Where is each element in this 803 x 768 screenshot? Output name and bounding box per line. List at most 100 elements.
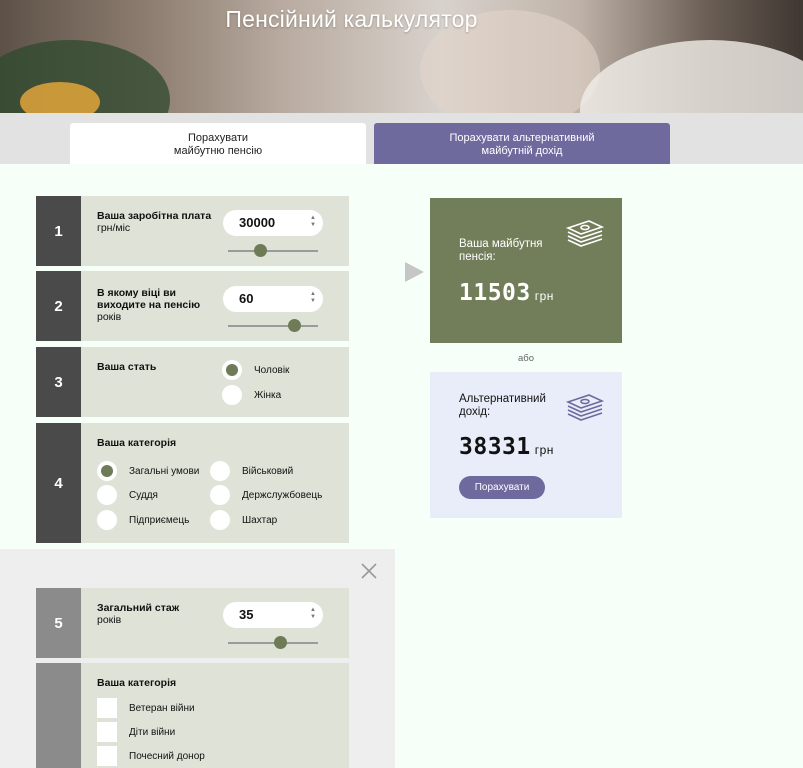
radio-label: Чоловік — [254, 364, 290, 376]
step-gender: 3 Ваша стать Чоловік Жінка — [36, 347, 349, 417]
tab-bar: Порахувати майбутню пенсію Порахувати ал… — [0, 113, 803, 164]
tab-future-pension[interactable]: Порахувати майбутню пенсію — [70, 123, 366, 164]
retirement-age-input[interactable]: 60 ▲ ▼ — [223, 286, 323, 312]
step-label-bold: В якому віці ви виходите на пенсію — [97, 287, 201, 311]
radio-indicator[interactable] — [97, 485, 117, 505]
currency-unit: грн — [534, 443, 554, 457]
slider-knob[interactable] — [253, 244, 267, 257]
tab-alternative-income[interactable]: Порахувати альтернативний майбутній дохі… — [374, 123, 670, 164]
alternative-amount: 38331 — [459, 434, 531, 460]
step-label: Ваша стать — [97, 361, 222, 373]
stepper-icon[interactable]: ▲ ▼ — [309, 291, 317, 305]
step-number: 1 — [36, 196, 81, 266]
step-label-bold: Ваша стать — [97, 361, 157, 373]
tab-label: Порахувати альтернативний — [449, 132, 595, 144]
experience-input[interactable]: 35 ▲ ▼ — [223, 602, 323, 628]
step-label-bold: Ваша категорія — [97, 437, 177, 449]
experience-value: 35 — [239, 607, 254, 622]
experience-slider[interactable] — [228, 636, 318, 649]
step-label: В якому віці ви виходите на пенсію років — [97, 287, 222, 323]
radio-label: Суддя — [129, 489, 158, 501]
pension-amount: 11503 — [459, 280, 531, 306]
retirement-age-slider[interactable] — [228, 319, 318, 332]
checkbox-label: Почесний донор — [129, 750, 205, 762]
checkbox-indicator[interactable] — [97, 746, 117, 766]
step-label: Ваша заробітна плата грн/міс — [97, 210, 222, 234]
salary-value: 30000 — [239, 215, 276, 230]
close-icon[interactable] — [359, 561, 379, 581]
step-number: 2 — [36, 271, 81, 341]
radio-indicator[interactable] — [210, 461, 230, 481]
money-stack-icon — [565, 394, 605, 421]
checkbox-indicator[interactable] — [97, 698, 117, 718]
radio-label: Військовий — [242, 465, 294, 477]
step-salary: 1 Ваша заробітна плата грн/міс 30000 ▲ ▼ — [36, 196, 349, 266]
stepper-icon[interactable]: ▲ ▼ — [309, 215, 317, 229]
calculate-button[interactable]: Порахувати — [459, 476, 545, 499]
step-retirement-age: 2 В якому віці ви виходите на пенсію рок… — [36, 271, 349, 341]
radio-label: Держслужбовець — [242, 489, 323, 501]
checkbox-label: Діти війни — [129, 726, 176, 738]
result-label: Ваша майбутня пенсія: — [459, 238, 543, 263]
step-number-blank — [36, 663, 81, 768]
tab-label: Порахувати — [187, 132, 249, 144]
radio-judge[interactable]: Суддя — [97, 485, 158, 505]
radio-indicator[interactable] — [97, 510, 117, 530]
page-title: Пенсійний калькулятор — [225, 6, 478, 32]
radio-miner[interactable]: Шахтар — [210, 510, 277, 530]
result-value: 11503 грн — [459, 280, 554, 306]
step-number: 3 — [36, 347, 81, 417]
radio-entrepreneur[interactable]: Підприємець — [97, 510, 189, 530]
step-number: 4 — [36, 423, 81, 543]
radio-indicator[interactable] — [97, 461, 117, 481]
radio-general[interactable]: Загальні умови — [97, 461, 199, 481]
money-stack-icon — [565, 220, 605, 247]
step-label: Ваша категорія — [97, 677, 222, 689]
step-label-unit: грн/міс — [97, 222, 131, 234]
step-label-unit: років — [97, 311, 122, 323]
step-label-bold: Ваша заробітна плата — [97, 210, 212, 222]
hero-photo-shape — [580, 40, 803, 113]
result-future-pension: Ваша майбутня пенсія: 11503 грн — [430, 198, 622, 343]
checkbox-honorary-donor[interactable]: Почесний донор — [97, 746, 205, 766]
salary-slider[interactable] — [228, 244, 318, 257]
hero-banner: Пенсійний калькулятор — [0, 0, 803, 113]
stepper-icon[interactable]: ▲ ▼ — [309, 607, 317, 621]
result-value: 38331 грн — [459, 434, 554, 460]
slider-knob[interactable] — [288, 319, 302, 332]
slider-knob[interactable] — [273, 636, 287, 649]
retirement-age-value: 60 — [239, 291, 254, 306]
result-label: Альтернативний дохід: — [459, 393, 546, 418]
currency-unit: грн — [534, 289, 554, 303]
salary-input[interactable]: 30000 ▲ ▼ — [223, 210, 323, 236]
step-number: 5 — [36, 588, 81, 658]
radio-indicator[interactable] — [210, 510, 230, 530]
tab-label: майбутню пенсію — [173, 145, 263, 157]
radio-male[interactable]: Чоловік — [222, 360, 289, 380]
radio-label: Шахтар — [242, 514, 278, 526]
checkbox-war-veteran[interactable]: Ветеран війни — [97, 698, 195, 718]
step-label-unit: років — [97, 614, 122, 626]
radio-indicator[interactable] — [222, 360, 242, 380]
step-label-bold: Ваша категорія — [97, 677, 177, 689]
radio-label: Підприємець — [129, 514, 190, 526]
radio-indicator[interactable] — [222, 385, 242, 405]
step-category: 4 Ваша категорія Загальні умови Військов… — [36, 423, 349, 543]
radio-label: Жінка — [254, 389, 282, 401]
radio-indicator[interactable] — [210, 485, 230, 505]
triangle-right-icon — [405, 262, 424, 282]
step-label: Загальний стаж років — [97, 602, 222, 626]
tab-label: майбутній дохід — [481, 145, 563, 157]
radio-civil-servant[interactable]: Держслужбовець — [210, 485, 322, 505]
radio-military[interactable]: Військовий — [210, 461, 293, 481]
checkbox-war-children[interactable]: Діти війни — [97, 722, 175, 742]
step-experience: 5 Загальний стаж років 35 ▲ ▼ — [36, 588, 349, 658]
step-label: Ваша категорія — [97, 437, 222, 449]
checkbox-label: Ветеран війни — [129, 702, 195, 714]
result-alternative-income: Альтернативний дохід: 38331 грн Порахуват… — [430, 372, 622, 518]
radio-female[interactable]: Жінка — [222, 385, 281, 405]
radio-label: Загальні умови — [129, 465, 200, 477]
step-label-bold: Загальний стаж — [97, 602, 180, 614]
checkbox-indicator[interactable] — [97, 722, 117, 742]
or-separator: або — [517, 353, 534, 364]
